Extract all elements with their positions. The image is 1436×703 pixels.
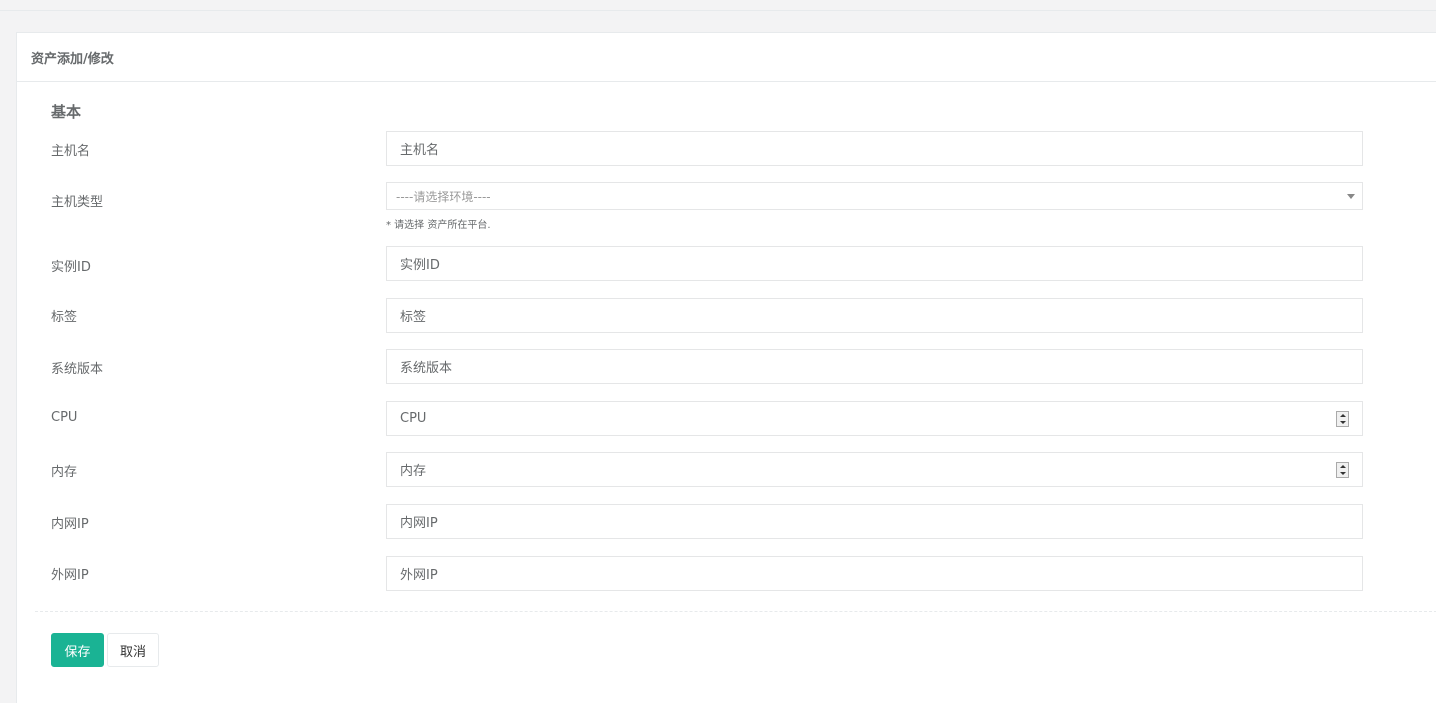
panel-header: 资产添加/修改 (17, 33, 1436, 82)
save-button[interactable]: 保存 (51, 633, 104, 667)
panel-title: 资产添加/修改 (31, 51, 114, 67)
public-ip-input[interactable]: 外网IP (386, 556, 1363, 591)
memory-label: 内存 (51, 465, 78, 480)
tags-input[interactable]: 标签 (386, 298, 1363, 333)
host-type-help: * 请选择 资产所在平台. (386, 220, 491, 231)
hostname-input[interactable]: 主机名 (386, 131, 1363, 166)
instance-id-placeholder: 实例ID (400, 258, 440, 273)
hostname-placeholder: 主机名 (400, 143, 440, 158)
public-ip-placeholder: 外网IP (400, 568, 438, 583)
hostname-label: 主机名 (51, 144, 91, 159)
os-version-input[interactable]: 系统版本 (386, 349, 1363, 384)
section-title: 基本 (51, 103, 82, 121)
memory-placeholder: 内存 (400, 464, 427, 479)
cpu-label: CPU (51, 410, 78, 425)
cpu-placeholder: CPU (400, 411, 427, 426)
memory-input[interactable]: 内存 (386, 452, 1363, 487)
asset-form-panel: 资产添加/修改 基本 主机名 主机名 主机类型 ----请选择环境---- * … (16, 32, 1436, 703)
spin-down-icon[interactable] (1339, 421, 1346, 424)
cpu-spinner[interactable] (1336, 411, 1349, 427)
cpu-input[interactable]: CPU (386, 401, 1363, 436)
host-type-selected: ----请选择环境---- (396, 189, 491, 204)
private-ip-placeholder: 内网IP (400, 516, 438, 531)
private-ip-label: 内网IP (51, 517, 89, 532)
tags-placeholder: 标签 (400, 310, 427, 325)
memory-spinner[interactable] (1336, 462, 1349, 478)
tags-label: 标签 (51, 310, 78, 325)
top-bar (0, 0, 1436, 11)
spin-up-icon[interactable] (1339, 414, 1346, 417)
spin-up-icon[interactable] (1339, 465, 1346, 468)
os-version-placeholder: 系统版本 (400, 361, 453, 376)
host-type-label: 主机类型 (51, 195, 104, 210)
spin-down-icon[interactable] (1339, 472, 1346, 475)
private-ip-input[interactable]: 内网IP (386, 504, 1363, 539)
cancel-button[interactable]: 取消 (107, 633, 159, 667)
chevron-down-icon (1347, 194, 1355, 199)
form-divider (35, 611, 1436, 612)
public-ip-label: 外网IP (51, 568, 89, 583)
os-version-label: 系统版本 (51, 362, 104, 377)
instance-id-input[interactable]: 实例ID (386, 246, 1363, 281)
instance-id-label: 实例ID (51, 260, 91, 275)
host-type-select[interactable]: ----请选择环境---- (386, 182, 1363, 210)
